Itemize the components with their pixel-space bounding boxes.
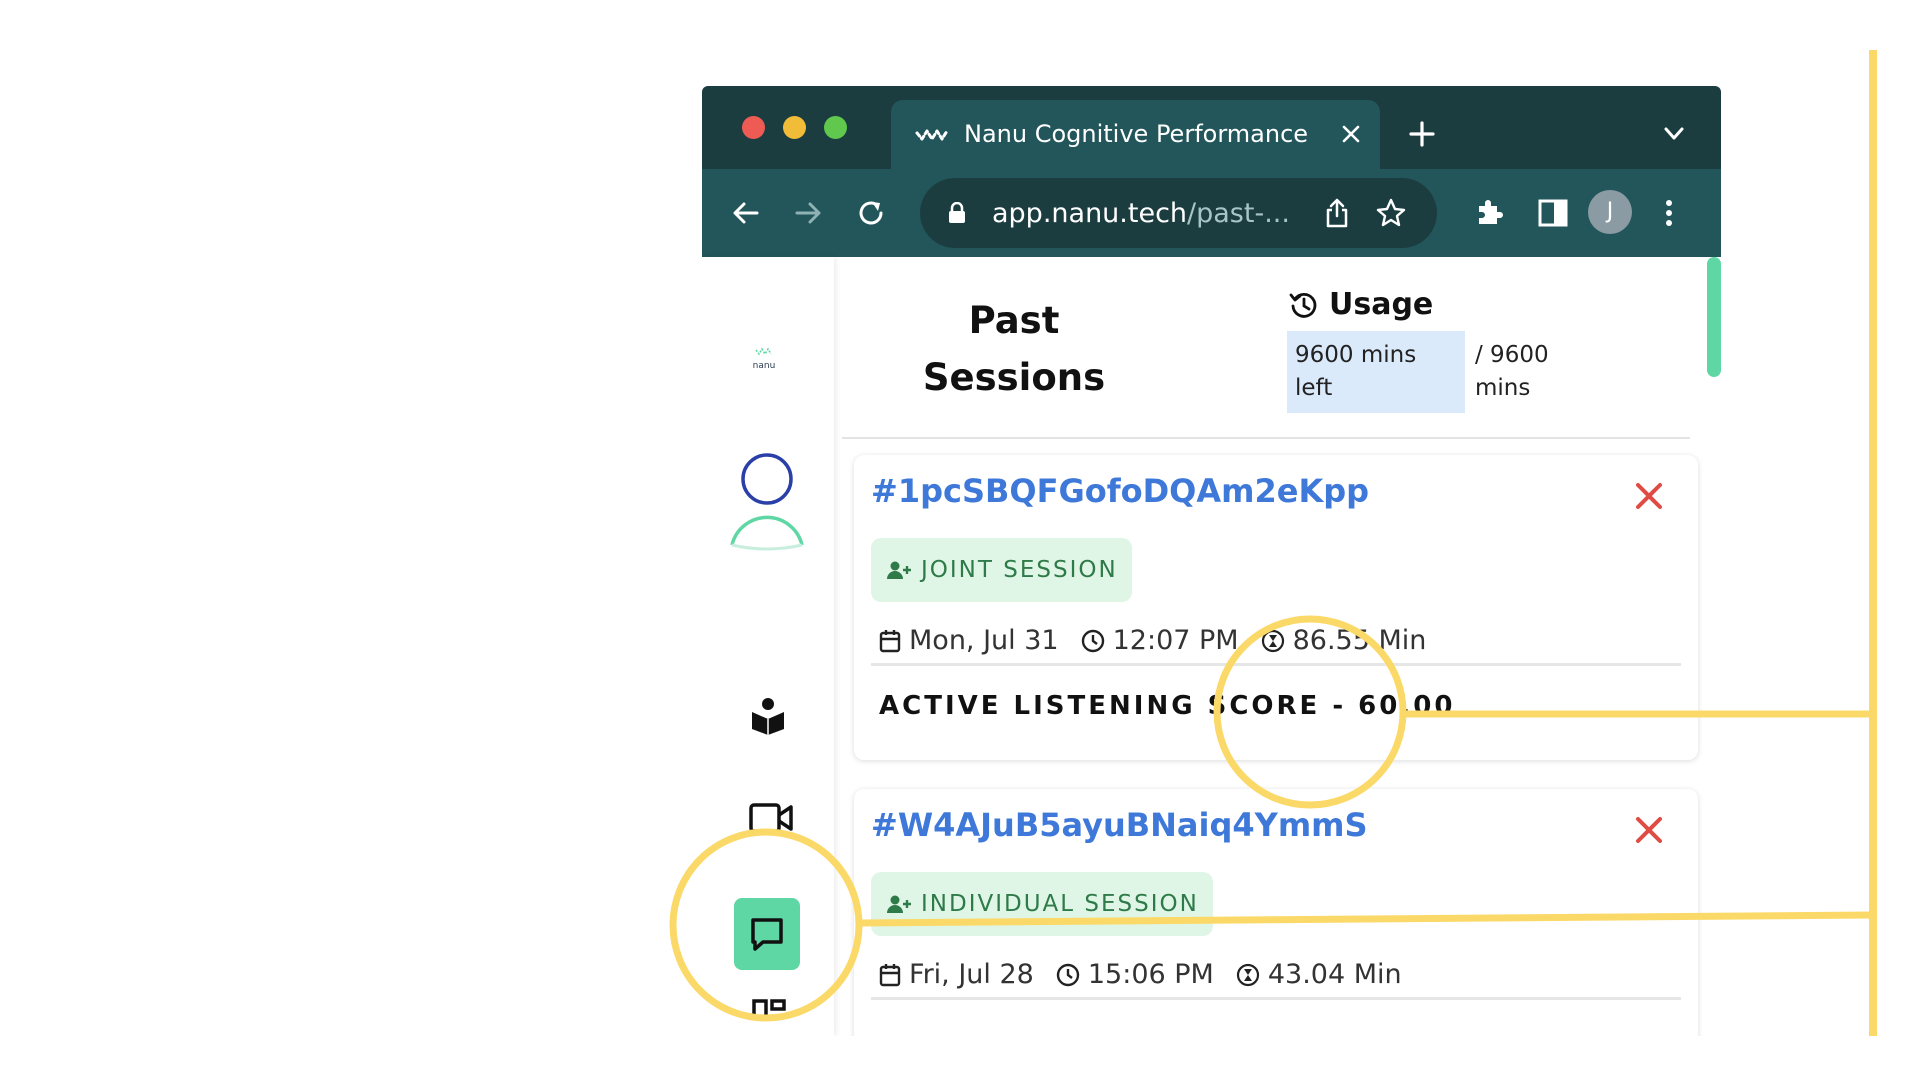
- header-divider: [842, 437, 1690, 439]
- share-icon[interactable]: [1324, 198, 1350, 228]
- card-divider: [871, 997, 1681, 1000]
- tab-title: Nanu Cognitive Performance: [964, 120, 1309, 148]
- logo-text: nanu: [753, 361, 776, 371]
- chat-bubble-icon: [751, 918, 783, 951]
- page-title: Past Sessions: [904, 292, 1124, 406]
- clock-icon: [1056, 963, 1080, 986]
- session-time: 15:06 PM: [1087, 959, 1214, 990]
- back-arrow-icon[interactable]: [730, 197, 762, 229]
- usage-label: Usage: [1329, 287, 1434, 322]
- book-reader-icon[interactable]: [751, 697, 785, 735]
- nanu-logo[interactable]: nanu: [746, 344, 782, 372]
- main-content: Past Sessions Usage 9600 mins left / 960…: [842, 257, 1708, 1036]
- session-time: 12:07 PM: [1112, 625, 1239, 656]
- card-divider: [871, 663, 1681, 666]
- session-id-link[interactable]: #W4AJuB5ayuBNaiq4YmmS: [871, 806, 1368, 844]
- session-duration: 43.04 Min: [1267, 959, 1402, 990]
- forward-arrow-icon[interactable]: [792, 197, 824, 229]
- session-duration: 86.55 Min: [1292, 625, 1427, 656]
- session-card[interactable]: #1pcSBQFGofoDQAm2eKpp JOINT SESSION Mon,…: [854, 455, 1698, 760]
- bookmark-star-icon[interactable]: [1376, 198, 1406, 228]
- delete-session-icon[interactable]: [1634, 815, 1664, 845]
- calendar-icon: [879, 629, 901, 652]
- tab-bar: Nanu Cognitive Performance: [702, 86, 1721, 169]
- session-type-label: INDIVIDUAL SESSION: [921, 891, 1199, 917]
- clock-icon: [1081, 629, 1104, 652]
- close-tab-icon[interactable]: [1339, 122, 1363, 146]
- scrollbar-thumb[interactable]: [1707, 257, 1721, 377]
- user-add-icon: [887, 895, 911, 913]
- new-tab-icon[interactable]: [1408, 120, 1436, 148]
- session-meta: Fri, Jul 28 15:06 PM 43.04 Min: [879, 959, 1424, 990]
- session-meta: Mon, Jul 31 12:07 PM 86.55 Min: [879, 625, 1448, 656]
- browser-window: Nanu Cognitive Performance app.nanu.tech…: [702, 86, 1721, 1036]
- sidebar: nanu: [702, 257, 834, 1036]
- more-menu-icon[interactable]: [1653, 197, 1685, 229]
- video-camera-icon[interactable]: [749, 803, 793, 833]
- minimize-window-button[interactable]: [783, 116, 806, 139]
- url-text: app.nanu.tech/past-...: [992, 198, 1290, 229]
- reload-icon[interactable]: [855, 197, 887, 229]
- nanu-favicon-icon: [915, 129, 949, 141]
- delete-session-icon[interactable]: [1634, 481, 1664, 511]
- session-type-badge: JOINT SESSION: [871, 538, 1132, 602]
- close-window-button[interactable]: [742, 116, 765, 139]
- page-title-line1: Past: [968, 299, 1060, 342]
- side-panel-icon[interactable]: [1537, 197, 1569, 229]
- extensions-puzzle-icon[interactable]: [1473, 196, 1505, 228]
- page-title-line2: Sessions: [922, 356, 1106, 399]
- user-add-icon: [887, 561, 911, 579]
- page-content: nanu Past Sessions Usage 9600 mins left …: [702, 257, 1721, 1036]
- session-id-link[interactable]: #1pcSBQFGofoDQAm2eKpp: [871, 472, 1369, 510]
- usage-remaining: 9600 mins left: [1287, 331, 1465, 413]
- usage-heading: Usage: [1289, 287, 1433, 322]
- user-avatar-icon[interactable]: [728, 453, 806, 561]
- maximize-window-button[interactable]: [824, 116, 847, 139]
- nanu-logo-icon: nanu: [753, 347, 776, 371]
- sidebar-item-chat[interactable]: [734, 898, 800, 970]
- session-type-label: JOINT SESSION: [921, 557, 1118, 583]
- history-icon: [1289, 292, 1317, 318]
- address-bar[interactable]: app.nanu.tech/past-...: [920, 178, 1437, 248]
- session-type-badge: INDIVIDUAL SESSION: [871, 872, 1213, 936]
- active-listening-score: ACTIVE LISTENING SCORE - 60.00: [879, 691, 1456, 721]
- tab-nanu[interactable]: Nanu Cognitive Performance: [891, 100, 1380, 169]
- grid-icon[interactable]: [752, 997, 786, 1017]
- lock-icon: [949, 202, 965, 223]
- profile-avatar[interactable]: J: [1588, 190, 1632, 234]
- session-card[interactable]: #W4AJuB5ayuBNaiq4YmmS INDIVIDUAL SESSION: [854, 789, 1698, 1036]
- hourglass-icon: [1236, 963, 1259, 986]
- calendar-icon: [879, 963, 901, 986]
- browser-toolbar: app.nanu.tech/past-... J: [702, 169, 1721, 257]
- session-date: Fri, Jul 28: [909, 959, 1034, 990]
- session-date: Mon, Jul 31: [909, 625, 1059, 656]
- usage-total: / 9600 mins: [1475, 342, 1549, 401]
- hourglass-icon: [1261, 629, 1284, 652]
- chevron-down-icon[interactable]: [1662, 126, 1686, 142]
